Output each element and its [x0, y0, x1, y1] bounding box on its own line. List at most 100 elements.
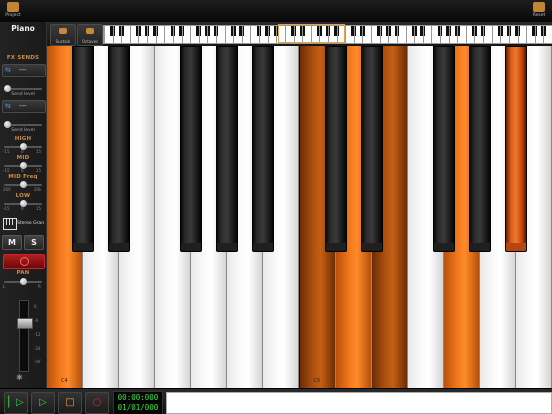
scale-mid: 0: [21, 149, 24, 154]
scale-min: 200: [3, 187, 11, 192]
mini-white-key: [396, 26, 398, 43]
scale-min: -15: [3, 168, 10, 173]
send2-button[interactable]: ⇆ ---: [2, 100, 46, 113]
send-arrow-icon: ⇆: [5, 102, 11, 110]
meter-6: -6: [34, 318, 38, 323]
fx-sends-label: FX SENDS: [6, 55, 40, 61]
black-key[interactable]: [324, 46, 347, 252]
project-icon: [7, 2, 19, 12]
key-label: C5: [313, 378, 321, 384]
black-key[interactable]: [252, 46, 275, 252]
play-icon: ▷: [39, 397, 47, 408]
scale-min: -15: [3, 149, 10, 154]
mini-white-key: [129, 26, 131, 43]
send1-level-label: Send level: [11, 92, 35, 97]
stop-icon: □: [65, 397, 75, 408]
play-from-start-button[interactable]: ▏▷: [4, 392, 28, 414]
meter-24: -24: [34, 346, 41, 351]
mini-white-key: [233, 26, 235, 43]
mini-white-key: [526, 26, 528, 43]
record-button[interactable]: ○: [85, 392, 109, 414]
black-key[interactable]: [108, 46, 131, 252]
eq-mid-freq-label: MID Freq: [8, 174, 38, 180]
scale-mid: 0: [21, 168, 24, 173]
mini-white-key: [500, 26, 502, 43]
mini-white-key: [121, 26, 123, 43]
volume-fader-handle[interactable]: [17, 318, 33, 329]
send1-level-slider[interactable]: [4, 85, 42, 92]
send2-level-knob[interactable]: [4, 121, 11, 128]
song-timeline[interactable]: [166, 392, 552, 414]
mini-white-key: [250, 26, 252, 43]
eq-mid-freq-slider[interactable]: [4, 181, 42, 188]
scale-max: 15: [36, 206, 42, 211]
reset-button[interactable]: Reset: [528, 1, 550, 21]
pan-knob[interactable]: [20, 278, 27, 285]
mini-white-key: [379, 26, 381, 43]
mini-white-key: [207, 26, 209, 43]
piano-icon[interactable]: [3, 218, 17, 230]
mini-white-key: [543, 26, 545, 43]
pan-left: L: [3, 284, 6, 289]
mini-white-key: [259, 26, 261, 43]
mini-white-key: [353, 26, 355, 43]
scale-min: -15: [3, 206, 10, 211]
mini-white-key: [474, 26, 476, 43]
mini-white-key: [267, 26, 269, 43]
eq-low-slider[interactable]: [4, 200, 42, 207]
date-readout: 01/01/000: [117, 403, 159, 412]
black-key[interactable]: [504, 46, 527, 252]
scale-max: 15: [36, 168, 42, 173]
black-key[interactable]: [468, 46, 491, 252]
black-key[interactable]: [72, 46, 95, 252]
reset-label: Reset: [532, 13, 546, 18]
pan-slider[interactable]: [4, 278, 42, 285]
instrument-name[interactable]: Stereo Gran: [17, 221, 44, 226]
mini-white-key: [362, 26, 364, 43]
black-key[interactable]: [216, 46, 239, 252]
project-label: Project: [5, 13, 21, 18]
play-button[interactable]: ▷: [31, 392, 55, 414]
key-label: C4: [61, 378, 68, 384]
send1-value: ---: [19, 66, 27, 74]
meter-inf: -inf: [34, 359, 41, 364]
mute-button[interactable]: M: [2, 235, 22, 250]
mini-white-key: [190, 26, 192, 43]
top-bar: Project Reset: [0, 0, 552, 23]
mini-white-key: [465, 26, 467, 43]
send2-level-label: Send level: [11, 128, 35, 133]
instrument-title: Piano: [11, 24, 35, 33]
solo-button[interactable]: S: [24, 235, 44, 250]
black-key[interactable]: [432, 46, 455, 252]
eq-mid-freq-knob[interactable]: [20, 181, 27, 188]
project-button[interactable]: Project: [2, 1, 24, 21]
mini-white-key: [224, 26, 226, 43]
black-key[interactable]: [180, 46, 203, 252]
settings-icon[interactable]: ✱: [16, 374, 26, 382]
send2-level-slider[interactable]: [4, 121, 42, 128]
scale-max: 20k: [34, 187, 42, 192]
mini-white-key: [517, 26, 519, 43]
timecode-display: 00:00:000 01/01/000: [113, 391, 163, 414]
stop-button[interactable]: □: [58, 392, 82, 414]
volume-fader-track[interactable]: [19, 300, 29, 372]
octaves-button[interactable]: Octaves: [77, 24, 103, 46]
eq-mid-slider[interactable]: [4, 162, 42, 169]
mini-white-key: [241, 26, 243, 43]
mini-white-key: [371, 26, 373, 43]
octaves-icon: [86, 28, 94, 34]
mini-white-key: [164, 26, 166, 43]
sustain-button[interactable]: Sustain: [50, 24, 76, 46]
send1-level-knob[interactable]: [4, 85, 11, 92]
record-arm-button[interactable]: [3, 254, 45, 269]
eq-high-slider[interactable]: [4, 143, 42, 150]
mini-keyboard-view-window[interactable]: [277, 24, 345, 43]
mini-white-key: [457, 26, 459, 43]
mini-white-key: [112, 26, 114, 43]
mini-white-key: [491, 26, 493, 43]
mini-white-key: [422, 26, 424, 43]
black-key[interactable]: [360, 46, 383, 252]
pan-label: PAN: [16, 270, 30, 276]
send1-button[interactable]: ⇆ ---: [2, 64, 46, 77]
record-arm-icon: [20, 257, 29, 266]
